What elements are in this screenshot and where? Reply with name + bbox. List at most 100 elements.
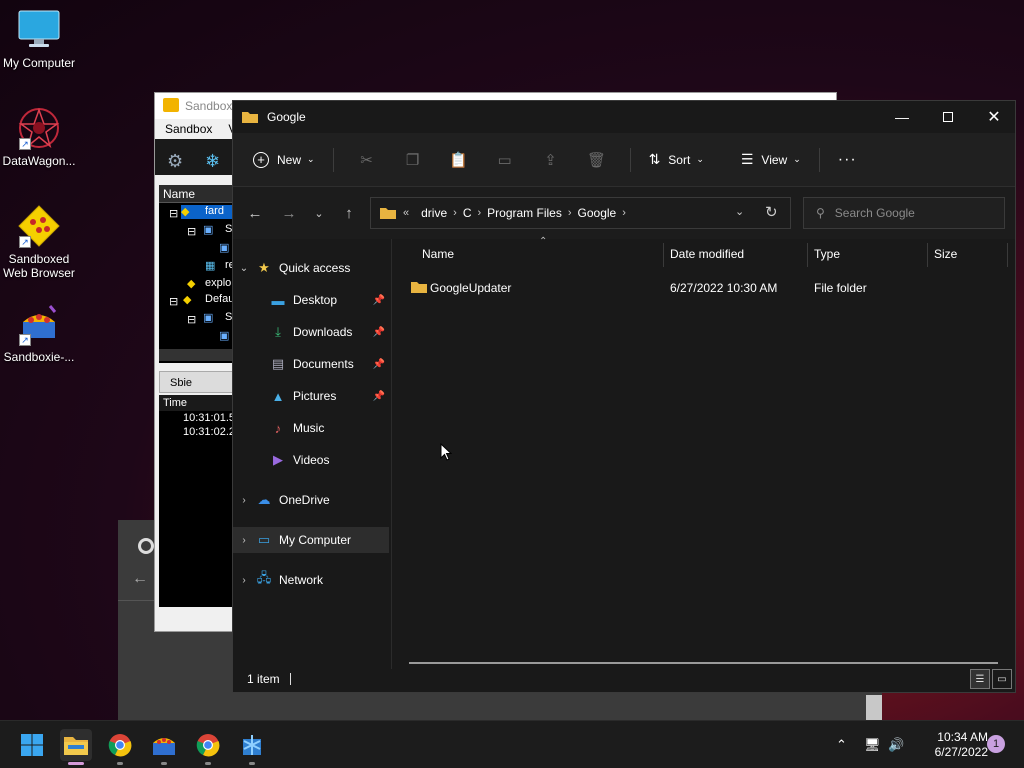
taskbar-sandboxed-chrome[interactable] bbox=[192, 729, 224, 765]
pin-icon[interactable]: 📌 bbox=[373, 327, 385, 338]
pin-icon[interactable]: 📌 bbox=[373, 391, 385, 402]
forward-arrow-icon[interactable]: → bbox=[275, 200, 303, 226]
chevron-right-icon[interactable]: › bbox=[233, 495, 255, 506]
file-row[interactable]: GoogleUpdater 6/27/2022 10:30 AM File fo… bbox=[392, 277, 1015, 299]
column-name[interactable]: Name bbox=[422, 247, 454, 261]
column-size[interactable]: Size bbox=[934, 247, 957, 261]
cut-icon[interactable]: ✂ bbox=[351, 144, 383, 176]
address-dropdown-chevron-icon[interactable]: ⌄ bbox=[735, 205, 744, 218]
nav-music[interactable]: ♪ Music bbox=[233, 415, 389, 441]
gear-icon[interactable]: ⚙ bbox=[167, 151, 183, 172]
start-button[interactable] bbox=[16, 729, 48, 761]
item-count: 1 item bbox=[247, 672, 280, 686]
nav-label: Network bbox=[279, 573, 324, 587]
taskbar-chrome[interactable] bbox=[104, 729, 136, 765]
taskbar-file-explorer[interactable] bbox=[60, 729, 92, 765]
tab-sbie-messages[interactable]: Sbie Message bbox=[159, 371, 235, 411]
details-view-icon[interactable]: ☰ bbox=[970, 669, 990, 689]
chevron-right-icon[interactable]: › bbox=[233, 575, 255, 586]
search-box[interactable]: ⚲ Search Google bbox=[803, 197, 1005, 229]
nav-network[interactable]: › 🖧 Network bbox=[233, 567, 389, 593]
paste-icon[interactable]: 📋 bbox=[443, 144, 475, 176]
notification-badge[interactable]: 1 bbox=[987, 735, 1005, 753]
nav-label: Music bbox=[293, 421, 325, 435]
chevron-right-icon[interactable]: › bbox=[233, 535, 255, 546]
delete-icon[interactable]: 🗑 bbox=[581, 144, 613, 176]
network-status-icon[interactable]: 🖥 bbox=[864, 721, 881, 768]
chevron-right-icon[interactable]: › bbox=[568, 207, 572, 219]
view-list-icon: ☰ bbox=[740, 151, 754, 167]
desktop-icon-sandboxed-browser[interactable]: ↗ Sandboxed Web Browser bbox=[0, 204, 78, 280]
sandbox-tree[interactable]: ⊟ fard ◆ ⊟ ▣ S ▣ ▦ re ◆ explo ⊟ ◆ Defau … bbox=[159, 203, 235, 363]
breadcrumb-overflow[interactable]: « bbox=[403, 207, 409, 219]
copy-icon[interactable]: ❐ bbox=[397, 144, 429, 176]
new-button[interactable]: + New ⌄ bbox=[245, 144, 323, 176]
menu-sandbox[interactable]: Sandbox bbox=[165, 122, 212, 136]
tree-column-header[interactable]: Name bbox=[159, 185, 235, 203]
tiles-view-icon[interactable]: ▭ bbox=[992, 669, 1012, 689]
download-icon: ⤓ bbox=[275, 324, 281, 339]
minimize-button[interactable]: — bbox=[879, 101, 925, 133]
snowflake-icon[interactable]: ❄ bbox=[205, 151, 220, 172]
close-button[interactable]: ✕ bbox=[971, 101, 1017, 133]
monitor-icon: ▭ bbox=[257, 532, 271, 547]
view-button[interactable]: ☰ View ⌄ bbox=[733, 144, 809, 176]
scrollbar[interactable] bbox=[866, 695, 882, 720]
desktop-icon-sandboxie[interactable]: ↗ Sandboxie-... bbox=[0, 302, 78, 364]
tree-expander-icon[interactable]: ⊟ bbox=[187, 225, 196, 238]
breadcrumb-c[interactable]: C bbox=[463, 206, 472, 220]
messages-list: 10:31:01.5 10:31:02.2 bbox=[159, 411, 235, 607]
clock[interactable]: 10:34 AM 6/27/2022 bbox=[912, 730, 988, 760]
nav-downloads[interactable]: ⤓ Downloads 📌 bbox=[233, 319, 389, 345]
chevron-down-icon[interactable]: ⌄ bbox=[233, 263, 255, 274]
nav-desktop[interactable]: ▬ Desktop 📌 bbox=[233, 287, 389, 313]
tree-expander-icon[interactable]: ⊟ bbox=[187, 313, 196, 326]
nav-label: Documents bbox=[293, 357, 354, 371]
messages-time-header[interactable]: Time bbox=[159, 395, 235, 411]
nav-pictures[interactable]: ▲ Pictures 📌 bbox=[233, 383, 389, 409]
tree-expander-icon[interactable]: ⊟ bbox=[169, 295, 178, 308]
tree-expander-icon[interactable]: ⊟ bbox=[169, 207, 178, 220]
rename-icon[interactable]: ▭ bbox=[489, 144, 521, 176]
refresh-icon[interactable]: ↻ bbox=[765, 203, 778, 221]
tree-scrollbar[interactable] bbox=[159, 349, 235, 361]
desktop-icon-my-computer[interactable]: My Computer bbox=[0, 8, 78, 70]
breadcrumb-google[interactable]: Google bbox=[578, 206, 617, 220]
column-date-modified[interactable]: Date modified bbox=[670, 247, 744, 261]
up-arrow-icon[interactable]: ↑ bbox=[335, 200, 363, 226]
pin-icon[interactable]: 📌 bbox=[373, 295, 385, 306]
nav-documents[interactable]: ▤ Documents 📌 bbox=[233, 351, 389, 377]
breadcrumb-drive[interactable]: drive bbox=[421, 206, 447, 220]
nav-my-computer[interactable]: › ▭ My Computer bbox=[233, 527, 389, 553]
sort-button[interactable]: ⇅ Sort ⌄ bbox=[641, 144, 712, 176]
volume-icon[interactable]: 🔊 bbox=[888, 721, 904, 768]
chevron-right-icon[interactable]: › bbox=[477, 207, 481, 219]
file-name: GoogleUpdater bbox=[430, 281, 512, 295]
window-icon: ▣ bbox=[219, 242, 230, 254]
file-explorer-window[interactable]: Google — ✕ + New ⌄ ✂ ❐ 📋 ▭ ⇪ 🗑 ⇅ Sort ⌄ … bbox=[232, 100, 1016, 693]
nav-videos[interactable]: ▶ Videos bbox=[233, 447, 389, 473]
breadcrumb-program-files[interactable]: Program Files bbox=[487, 206, 562, 220]
more-options-button[interactable]: ··· bbox=[830, 144, 865, 176]
chevron-right-icon[interactable]: › bbox=[622, 207, 626, 219]
share-icon[interactable]: ⇪ bbox=[535, 144, 567, 176]
message-row: 10:31:01.5 bbox=[183, 412, 235, 424]
maximize-button[interactable] bbox=[925, 101, 971, 133]
horizontal-scrollbar[interactable] bbox=[409, 662, 998, 664]
taskbar-sandboxie[interactable] bbox=[148, 729, 180, 765]
tree-item[interactable]: explo bbox=[205, 277, 231, 289]
desktop-icon-datawagon[interactable]: ↗ DataWagon... bbox=[0, 106, 78, 168]
pin-icon[interactable]: 📌 bbox=[373, 359, 385, 370]
nav-onedrive[interactable]: › ☁ OneDrive bbox=[233, 487, 389, 513]
file-list: ⌃ Name Date modified Type Size GoogleUpd… bbox=[392, 236, 1015, 669]
taskbar-sandboxie-plus[interactable] bbox=[236, 729, 268, 765]
cloud-icon: ☁ bbox=[257, 492, 271, 507]
show-hidden-icons-chevron-icon[interactable]: ⌃ bbox=[836, 721, 847, 768]
chevron-right-icon[interactable]: › bbox=[453, 207, 457, 219]
address-bar[interactable]: « drive › C › Program Files › Google › ⌄… bbox=[370, 197, 791, 229]
column-type[interactable]: Type bbox=[814, 247, 840, 261]
back-arrow-icon[interactable]: ← bbox=[241, 200, 269, 226]
nav-quick-access[interactable]: ⌄ ★ Quick access bbox=[233, 255, 389, 281]
recent-locations-chevron-icon[interactable]: ⌄ bbox=[305, 200, 333, 226]
tree-item[interactable]: Defau bbox=[205, 293, 234, 305]
